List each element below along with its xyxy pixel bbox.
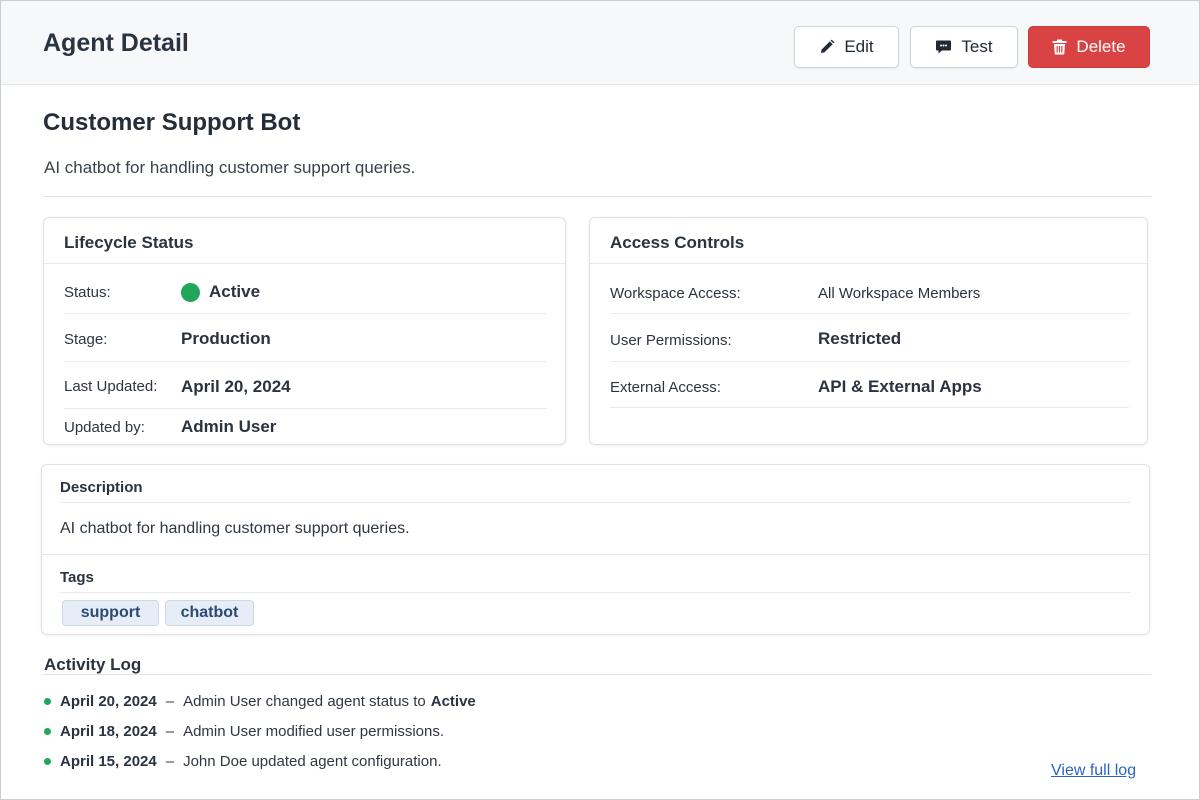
description-card: Description AI chatbot for handling cust… — [41, 464, 1150, 635]
lifecycle-status-card: Lifecycle Status Status: Active Stage: P… — [43, 217, 566, 445]
activity-log-title: Activity Log — [44, 655, 142, 674]
access-controls-card: Access Controls Workspace Access: All Wo… — [589, 217, 1148, 445]
divider — [60, 502, 1131, 503]
log-item: April 20, 2024 – Admin User changed agen… — [44, 693, 476, 710]
log-status: Active — [430, 693, 476, 710]
log-date: April 15, 2024 — [60, 753, 157, 770]
status-dot-icon — [181, 282, 200, 302]
log-item: April 18, 2024 – Admin User modified use… — [44, 723, 444, 740]
last-updated-value: April 20, 2024 — [181, 377, 291, 396]
page-header: Agent Detail Edit Test Delete — [1, 1, 1199, 85]
tags-label: Tags — [60, 569, 94, 586]
status-label: Status: — [64, 284, 111, 301]
test-button[interactable]: Test — [910, 26, 1018, 68]
log-text: John Doe updated agent configuration. — [183, 753, 442, 770]
log-item: April 15, 2024 – John Doe updated agent … — [44, 753, 442, 770]
card-header: Access Controls — [590, 218, 1147, 264]
pencil-icon — [819, 39, 835, 55]
tag-support[interactable]: support — [62, 600, 159, 626]
user-permissions-label: User Permissions: — [610, 332, 732, 349]
page-title: Agent Detail — [43, 29, 189, 57]
workspace-access-value: All Workspace Members — [818, 285, 981, 302]
stage-value: Production — [181, 329, 271, 348]
stage-row: Stage: Production — [64, 314, 547, 362]
workspace-access-row: Workspace Access: All Workspace Members — [610, 264, 1129, 314]
divider — [42, 554, 1149, 555]
bullet-icon — [44, 728, 51, 735]
log-dash: – — [165, 723, 175, 740]
external-access-row: External Access: API & External Apps — [610, 362, 1129, 408]
view-full-log-link[interactable]: View full log — [1051, 762, 1136, 780]
log-date: April 18, 2024 — [60, 723, 157, 740]
status-value: Active — [181, 282, 260, 302]
updated-by-label: Updated by: — [64, 419, 145, 436]
stage-label: Stage: — [64, 331, 108, 348]
description-text: AI chatbot for handling customer support… — [60, 520, 410, 537]
trash-icon — [1052, 39, 1067, 55]
updated-by-value: Admin User — [181, 417, 277, 436]
delete-button-label: Delete — [1076, 37, 1126, 56]
card-title: Access Controls — [610, 233, 745, 252]
divider — [43, 196, 1151, 197]
updated-by-row: Updated by: Admin User — [64, 409, 547, 445]
log-text: Admin User modified user permissions. — [183, 723, 445, 740]
status-text: Active — [209, 282, 261, 301]
log-date: April 20, 2024 — [60, 693, 157, 710]
bullet-icon — [44, 758, 51, 765]
card-header: Lifecycle Status — [44, 218, 565, 264]
agent-name: Customer Support Bot — [43, 109, 301, 136]
log-dash: – — [165, 753, 175, 770]
agent-summary: AI chatbot for handling customer support… — [44, 158, 416, 177]
status-row: Status: Active — [64, 264, 547, 314]
test-button-label: Test — [961, 37, 993, 56]
last-updated-row: Last Updated: April 20, 2024 — [64, 362, 547, 409]
delete-button[interactable]: Delete — [1028, 26, 1150, 68]
card-title: Lifecycle Status — [64, 233, 194, 252]
user-permissions-value: Restricted — [818, 329, 902, 348]
description-label: Description — [60, 479, 143, 496]
bullet-icon — [44, 698, 51, 705]
user-permissions-row: User Permissions: Restricted — [610, 314, 1129, 362]
last-updated-label: Last Updated: — [64, 378, 158, 395]
app-window: Agent Detail Edit Test Delete Customer S… — [0, 0, 1200, 800]
external-access-label: External Access: — [610, 379, 721, 396]
tag-chatbot[interactable]: chatbot — [165, 600, 254, 626]
edit-button-label: Edit — [844, 37, 874, 56]
log-text: Admin User changed agent status to — [183, 693, 426, 710]
log-dash: – — [165, 693, 175, 710]
external-access-value: API & External Apps — [818, 377, 982, 396]
workspace-access-label: Workspace Access: — [610, 285, 741, 302]
edit-button[interactable]: Edit — [794, 26, 899, 68]
divider — [60, 592, 1131, 593]
divider — [43, 674, 1151, 675]
chat-bubble-icon — [935, 39, 952, 55]
